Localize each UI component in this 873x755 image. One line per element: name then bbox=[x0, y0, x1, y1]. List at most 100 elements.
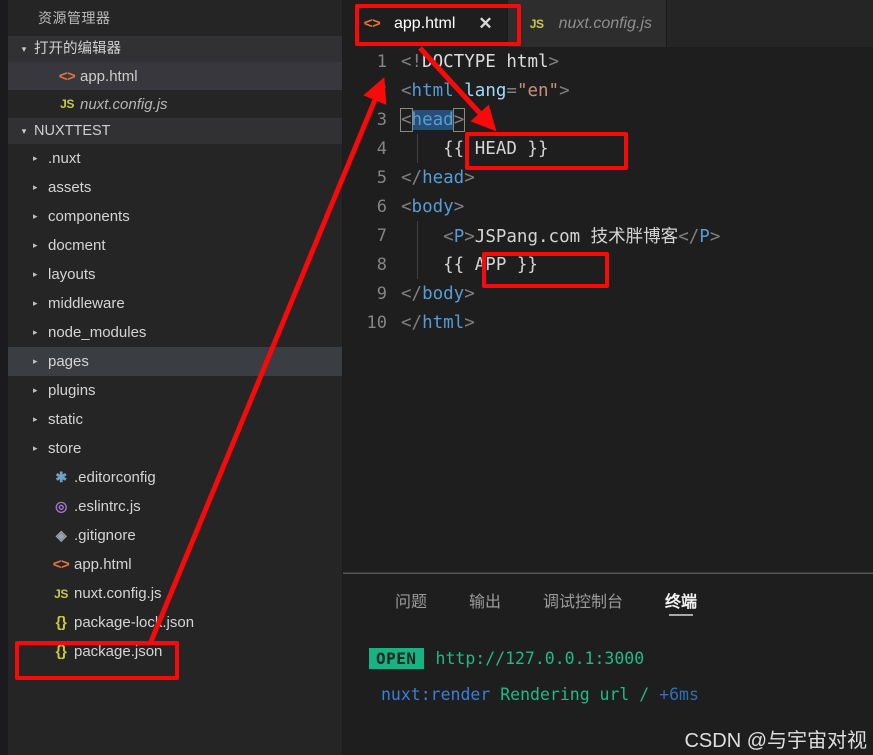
chevron-right-icon: ▸ bbox=[33, 327, 38, 337]
panel-tab-problems[interactable]: 问题 bbox=[395, 574, 427, 626]
editor-area: <> app.html ✕ JS nuxt.config.js 1 <!DOCTY… bbox=[343, 0, 873, 755]
tree-file-label: package.json bbox=[74, 643, 163, 660]
section-open-editors[interactable]: ▾ 打开的编辑器 bbox=[8, 36, 342, 62]
terminal-line-open: OPEN http://127.0.0.1:3000 bbox=[369, 640, 873, 676]
chevron-right-icon: ▸ bbox=[33, 443, 38, 453]
tree-file-label: .gitignore bbox=[74, 527, 136, 544]
tab-nuxt-config[interactable]: JS nuxt.config.js bbox=[507, 0, 668, 47]
tree-file-label: package-lock.json bbox=[74, 614, 195, 631]
tree-folder-static[interactable]: ▸ static bbox=[8, 405, 342, 434]
tree-file-package-json[interactable]: {} package.json bbox=[8, 637, 342, 666]
tree-file-package-lock[interactable]: {} package-lock.json bbox=[8, 608, 342, 637]
line-number: 10 bbox=[366, 312, 387, 333]
csdn-watermark: CSDN @与宇宙对视 bbox=[684, 730, 867, 752]
js-icon: JS bbox=[54, 586, 68, 601]
tree-file-editorconfig[interactable]: ✱ .editorconfig bbox=[8, 463, 342, 492]
code-line: 1 <!DOCTYPE html> bbox=[343, 47, 873, 76]
chevron-right-icon: ▸ bbox=[33, 182, 38, 192]
section-project-root[interactable]: ▾ NUXTTEST bbox=[8, 118, 342, 144]
code-line: 9 </body> bbox=[343, 279, 873, 308]
status-badge: OPEN bbox=[369, 647, 424, 669]
tree-folder-plugins[interactable]: ▸ plugins bbox=[8, 376, 342, 405]
tree-file-app-html[interactable]: <> app.html bbox=[8, 550, 342, 579]
tree-file-gitignore[interactable]: ◈ .gitignore bbox=[8, 521, 342, 550]
code-text: </body> bbox=[401, 283, 475, 304]
tree-file-label: app.html bbox=[74, 556, 132, 573]
tab-app-html[interactable]: <> app.html ✕ bbox=[343, 0, 508, 47]
html-icon: <> bbox=[52, 556, 70, 573]
tree-folder-middleware[interactable]: ▸ middleware bbox=[8, 289, 342, 318]
open-editor-label: app.html bbox=[80, 67, 138, 85]
tree-folder-label: layouts bbox=[48, 266, 96, 283]
code-line: 4 {{ HEAD }} bbox=[343, 134, 873, 163]
code-text: {{ APP }} bbox=[401, 254, 538, 275]
tree-folder-label: static bbox=[48, 411, 84, 428]
json-icon: {} bbox=[55, 614, 67, 631]
explorer-sidebar: 资源管理器 ▾ 打开的编辑器 <> app.html JS nuxt.confi… bbox=[8, 0, 343, 755]
tree-folder-label: components bbox=[48, 208, 130, 225]
panel-tab-output[interactable]: 输出 bbox=[469, 574, 501, 626]
tree-folder-label: .nuxt bbox=[48, 150, 81, 167]
code-text: <html lang="en"> bbox=[401, 80, 570, 101]
tree-folder-assets[interactable]: ▸ assets bbox=[8, 173, 342, 202]
chevron-right-icon: ▸ bbox=[33, 414, 38, 424]
open-editor-nuxt-config[interactable]: JS nuxt.config.js bbox=[8, 90, 342, 118]
chevron-down-icon: ▾ bbox=[21, 44, 27, 54]
code-text: </head> bbox=[401, 167, 475, 188]
section-open-editors-label: 打开的编辑器 bbox=[34, 41, 121, 57]
tree-folder-label: store bbox=[48, 440, 82, 457]
panel-tabbar: 问题 输出 调试控制台 终端 bbox=[343, 574, 873, 626]
js-icon: JS bbox=[529, 16, 544, 31]
code-text: </html> bbox=[401, 312, 475, 333]
tab-label: app.html bbox=[394, 14, 456, 32]
code-text: <!DOCTYPE html> bbox=[401, 51, 560, 72]
line-number: 9 bbox=[376, 283, 387, 304]
close-icon[interactable]: ✕ bbox=[478, 15, 492, 32]
page-title: 资源管理器 bbox=[38, 10, 111, 26]
tree-folder-label: middleware bbox=[48, 295, 125, 312]
tree-folder-docment[interactable]: ▸ docment bbox=[8, 231, 342, 260]
git-icon: ◈ bbox=[55, 527, 67, 543]
project-root-label: NUXTTEST bbox=[34, 123, 111, 139]
code-text: <P>JSPang.com 技术胖博客</P> bbox=[401, 227, 721, 247]
open-editor-label: nuxt.config.js bbox=[80, 95, 168, 113]
js-icon: JS bbox=[60, 97, 74, 111]
tree-folder-components[interactable]: ▸ components bbox=[8, 202, 342, 231]
tree-folder-label: plugins bbox=[48, 382, 96, 399]
line-number: 1 bbox=[376, 51, 387, 72]
open-editor-app-html[interactable]: <> app.html bbox=[8, 62, 342, 90]
panel-tab-debug-console[interactable]: 调试控制台 bbox=[543, 574, 623, 626]
tree-folder-layouts[interactable]: ▸ layouts bbox=[8, 260, 342, 289]
panel-tab-label: 输出 bbox=[469, 594, 502, 611]
tree-folder-pages[interactable]: ▸ pages bbox=[8, 347, 342, 376]
line-number: 8 bbox=[376, 254, 387, 275]
code-editor[interactable]: 1 <!DOCTYPE html> 2 <html lang="en"> 3 <head>… bbox=[343, 47, 873, 573]
html-icon: <> bbox=[363, 15, 381, 32]
gear-icon: ✱ bbox=[55, 469, 67, 485]
panel-tab-label: 问题 bbox=[395, 594, 428, 611]
code-line: 2 <html lang="en"> bbox=[343, 76, 873, 105]
tree-folder-nuxt[interactable]: ▸ .nuxt bbox=[8, 144, 342, 173]
line-number: 6 bbox=[376, 196, 387, 217]
line-number: 4 bbox=[376, 138, 387, 159]
code-text: {{ HEAD }} bbox=[401, 138, 549, 159]
code-line: 10 </html> bbox=[343, 308, 873, 337]
tree-folder-node-modules[interactable]: ▸ node_modules bbox=[8, 318, 342, 347]
vscode-window: 资源管理器 ▾ 打开的编辑器 <> app.html JS nuxt.confi… bbox=[0, 0, 873, 755]
tree-folder-label: node_modules bbox=[48, 324, 147, 341]
tree-folder-label: pages bbox=[48, 353, 89, 370]
tree-folder-store[interactable]: ▸ store bbox=[8, 434, 342, 463]
json-icon: {} bbox=[55, 643, 67, 660]
terminal-line-render: nuxt:render Rendering url / +6ms bbox=[369, 676, 873, 712]
chevron-right-icon: ▸ bbox=[33, 298, 38, 308]
chevron-right-icon: ▸ bbox=[33, 240, 38, 250]
code-line: 8 {{ APP }} bbox=[343, 250, 873, 279]
tree-file-label: nuxt.config.js bbox=[74, 585, 162, 602]
tree-folder-label: assets bbox=[48, 179, 92, 196]
tree-file-eslintrc[interactable]: ◎ .eslintrc.js bbox=[8, 492, 342, 521]
panel-tab-terminal[interactable]: 终端 bbox=[665, 574, 697, 626]
terminal-log-prefix: nuxt:render bbox=[381, 684, 491, 704]
terminal-url[interactable]: http://127.0.0.1:3000 bbox=[436, 649, 645, 668]
tree-file-nuxt-config[interactable]: JS nuxt.config.js bbox=[8, 579, 342, 608]
code-line: 6 <body> bbox=[343, 192, 873, 221]
